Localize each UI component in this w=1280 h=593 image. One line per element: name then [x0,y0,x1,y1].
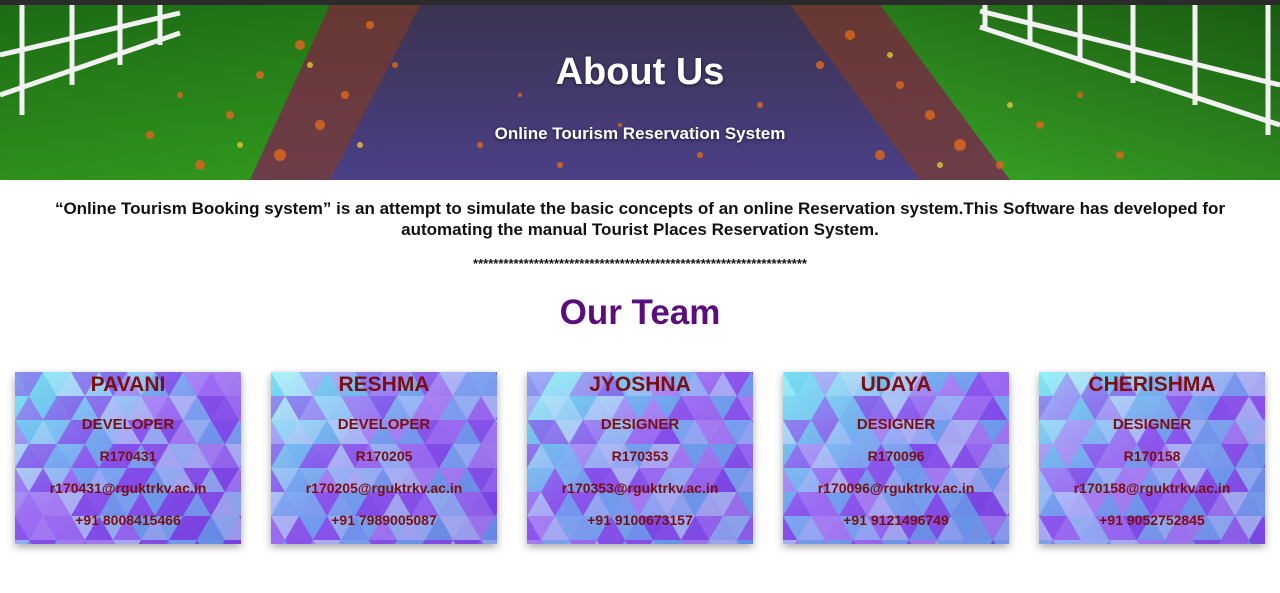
member-phone: +91 9100673157 [587,512,693,528]
member-id: R170158 [1123,448,1181,464]
member-name: RESHMA [338,373,430,396]
member-id: R170431 [99,448,157,464]
team-member-card: PAVANI DEVELOPER R170431 r170431@rguktrkv.a… [15,372,241,544]
member-id: R170353 [611,448,669,464]
member-id: R170205 [355,448,413,464]
team-heading: Our Team [559,293,721,332]
member-phone: +91 7989005087 [331,512,437,528]
separator-stars: ****************************************… [473,256,807,271]
hero-banner: About Us Online Tourism Reservation Syst… [0,5,1280,180]
member-phone: +91 9121496749 [843,512,949,528]
member-phone: +91 9052752845 [1099,512,1205,528]
member-email: r170353@rguktrkv.ac.in [561,480,719,496]
member-email: r170158@rguktrkv.ac.in [1073,480,1231,496]
intro-paragraph: “Online Tourism Booking system” is an at… [54,199,1226,239]
member-email: r170205@rguktrkv.ac.in [305,480,463,496]
member-role: DESIGNER [856,416,936,433]
member-role: DEVELOPER [81,416,175,433]
team-member-card: UDAYA DESIGNER R170096 r170096@rguktrkv.ac.… [783,372,1009,544]
member-id: R170096 [867,448,925,464]
team-member-card: RESHMA DEVELOPER R170205 r170205@rguktrkv.a… [271,372,497,544]
member-role: DESIGNER [600,416,680,433]
page-subtitle: Online Tourism Reservation System [494,124,786,143]
member-email: r170431@rguktrkv.ac.in [49,480,207,496]
member-role: DESIGNER [1112,416,1192,433]
member-name: UDAYA [860,373,932,396]
member-role: DEVELOPER [337,416,431,433]
member-name: JYOSHNA [589,373,691,396]
member-phone: +91 8008415466 [75,512,181,528]
member-email: r170096@rguktrkv.ac.in [817,480,975,496]
team-member-card: CHERISHMA DESIGNER R170158 r170158@rguktrkv… [1039,372,1265,544]
page-title: About Us [555,51,725,93]
member-name: CHERISHMA [1088,373,1216,396]
team-member-card: JYOSHNA DESIGNER R170353 r170353@rguktrkv.a… [527,372,753,544]
member-name: PAVANI [90,373,166,396]
